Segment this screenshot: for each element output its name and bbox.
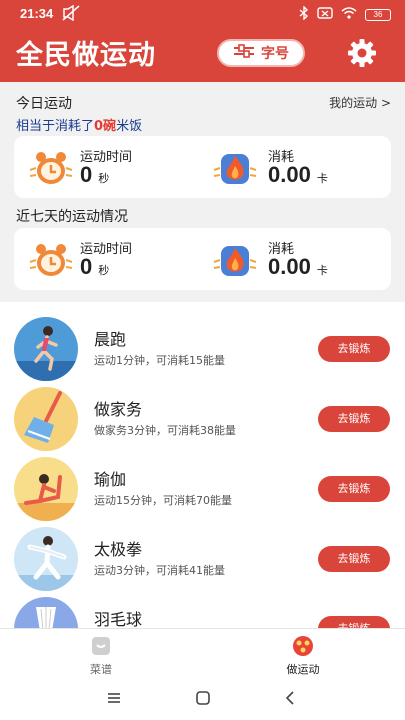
broom-icon — [14, 387, 78, 451]
activity-desc: 运动1分钟，可消耗15能量 — [94, 354, 225, 367]
today-time-value: 0 — [80, 162, 93, 187]
go-exercise-button[interactable]: 去锻炼 — [318, 476, 390, 502]
flame-icon — [212, 240, 258, 280]
recipe-book-icon — [90, 635, 112, 657]
taichi-icon — [14, 527, 78, 591]
yoga-icon — [14, 457, 78, 521]
bottom-nav: 菜谱 做运动 — [0, 628, 405, 682]
list-item: 羽毛球 去锻炼 — [0, 594, 405, 628]
badminton-icon — [14, 597, 78, 628]
tab-exercise-label: 做运动 — [286, 663, 320, 676]
app-header: 21:34 36 全民做运动 字号 — [0, 0, 405, 82]
list-item: 瑜伽 运动15分钟，可消耗70能量 去锻炼 — [0, 454, 405, 524]
back-icon[interactable] — [283, 690, 299, 710]
exercise-icon — [292, 635, 314, 657]
wifi-icon — [341, 7, 357, 22]
list-item: 做家务 做家务3分钟，可消耗38能量 去锻炼 — [0, 384, 405, 454]
activity-name: 做家务 — [94, 400, 143, 419]
list-item: 太极拳 运动3分钟，可消耗41能量 去锻炼 — [0, 524, 405, 594]
today-title: 今日运动 — [16, 96, 72, 112]
activity-desc: 运动3分钟，可消耗41能量 — [94, 564, 225, 577]
font-size-label: 字号 — [261, 46, 289, 62]
activity-name: 太极拳 — [94, 540, 143, 559]
activity-desc: 运动15分钟，可消耗70能量 — [94, 494, 232, 507]
menu-icon[interactable] — [106, 690, 122, 710]
week-stats-card: 运动时间 0秒 消耗 0.00 卡 — [14, 228, 391, 290]
tab-exercise[interactable]: 做运动 — [268, 635, 338, 677]
font-size-button[interactable]: 字号 — [217, 39, 305, 67]
rice-bowl-count: 0碗 — [94, 119, 117, 134]
today-stats-card: 运动时间 0秒 消耗 0.00 卡 — [14, 136, 391, 198]
battery-icon: 36 — [365, 8, 391, 21]
tab-recipes[interactable]: 菜谱 — [66, 635, 136, 677]
status-time: 21:34 — [20, 6, 54, 21]
tab-recipes-label: 菜谱 — [90, 663, 112, 676]
page-title: 全民做运动 — [16, 40, 156, 71]
list-item: 晨跑 运动1分钟，可消耗15能量 去锻炼 — [0, 314, 405, 384]
go-exercise-button[interactable]: 去锻炼 — [318, 406, 390, 432]
status-bar: 21:34 36 — [0, 0, 405, 28]
bluetooth-icon — [299, 5, 309, 23]
sim-icon — [317, 7, 333, 22]
activity-list[interactable]: 晨跑 运动1分钟，可消耗15能量 去锻炼 做家务 做家务3分钟，可消耗38能量 … — [0, 302, 405, 628]
today-calorie-value: 0.00 — [268, 162, 311, 187]
go-exercise-button[interactable]: 去锻炼 — [318, 336, 390, 362]
activity-name: 晨跑 — [94, 330, 127, 349]
alarm-clock-icon — [28, 148, 74, 188]
week-title: 近七天的运动情况 — [16, 209, 128, 225]
my-exercise-link[interactable]: 我的运动 > — [329, 94, 391, 111]
gear-icon[interactable] — [345, 36, 379, 70]
alarm-clock-icon — [28, 240, 74, 280]
week-calorie-value: 0.00 — [268, 254, 311, 279]
activity-name: 羽毛球 — [94, 610, 143, 628]
flame-icon — [212, 148, 258, 188]
home-icon[interactable] — [195, 690, 211, 710]
activity-desc: 做家务3分钟，可消耗38能量 — [94, 424, 236, 437]
activity-name: 瑜伽 — [94, 470, 127, 489]
go-exercise-button[interactable]: 去锻炼 — [318, 546, 390, 572]
today-summary: 相当于消耗了0碗米饭 — [16, 119, 143, 134]
week-time-value: 0 — [80, 254, 93, 279]
mute-icon — [62, 4, 80, 24]
font-size-icon — [233, 43, 255, 63]
go-exercise-button[interactable]: 去锻炼 — [318, 616, 390, 628]
system-nav-bar — [0, 682, 405, 720]
running-icon — [14, 317, 78, 381]
